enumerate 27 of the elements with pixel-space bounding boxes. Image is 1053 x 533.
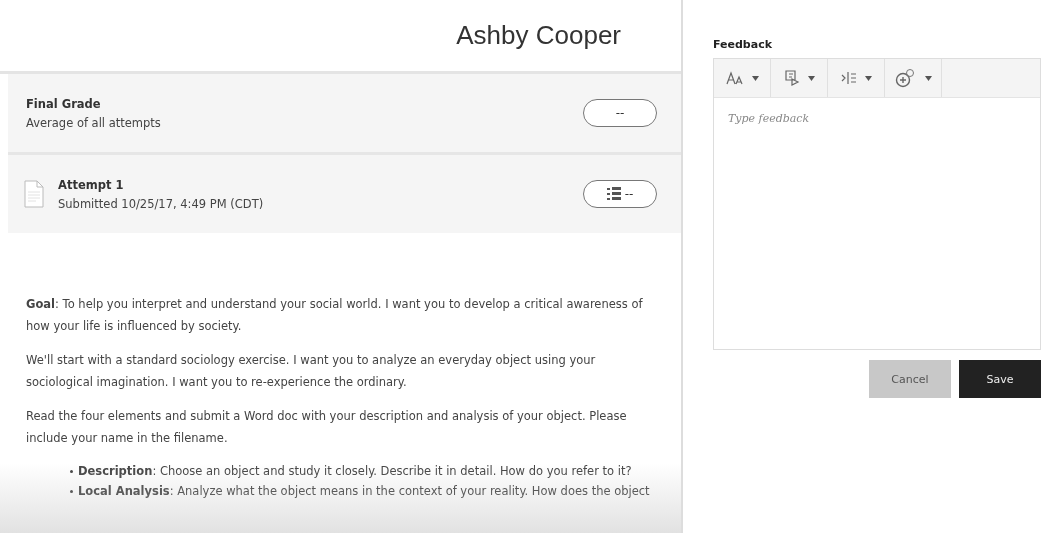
- caret-icon: [924, 75, 932, 81]
- indent-icon: [840, 71, 857, 85]
- instruction-paragraph: Read the four elements and submit a Word doc with your description and analysis of your object. Please include your name in the filename.: [26, 408, 628, 447]
- instruction-bullet: Local Analysis: Analyze what the object means in the context of your reality. How does the object: [78, 483, 650, 500]
- rubric-icon: [606, 187, 621, 201]
- bullet-icon: [70, 489, 73, 493]
- final-grade-title: Final Grade: [26, 96, 102, 111]
- instruction-paragraph: Goal: To help you interpret and understand your social world. I want you to develop a critical awareness of how your life is influenced by society.: [26, 296, 644, 335]
- paragraph-icon: [783, 70, 800, 86]
- save-button[interactable]: Save: [959, 360, 1041, 398]
- bullet-icon: [70, 469, 73, 473]
- caret-icon: [864, 75, 872, 81]
- instruction-paragraph: We'll start with a standard sociology exercise. I want you to analyze an everyday object using your sociological imagination. I want you to re-experience the ordinary.: [26, 352, 597, 391]
- student-name: Ashby Cooper: [456, 20, 621, 51]
- final-grade-subtitle: Average of all attempts: [26, 115, 162, 130]
- feedback-label: Feedback: [713, 38, 773, 51]
- add-content-icon: [894, 68, 917, 88]
- grade-button[interactable]: --: [583, 99, 657, 127]
- attempt-grade-button[interactable]: --: [583, 180, 657, 208]
- caret-icon: [751, 75, 759, 81]
- attempt-title[interactable]: Attempt 1: [58, 177, 569, 192]
- caret-icon: [807, 75, 815, 81]
- cancel-button[interactable]: Cancel: [869, 360, 951, 398]
- document-icon: [24, 180, 44, 208]
- instruction-bullet: Description: Choose an object and study it closely. Describe it in detail. How do you refer to it?: [78, 463, 632, 480]
- attempt-submitted-date: Submitted 10/25/17, 4:49 PM (CDT): [58, 196, 265, 211]
- font-size-icon: [725, 71, 744, 85]
